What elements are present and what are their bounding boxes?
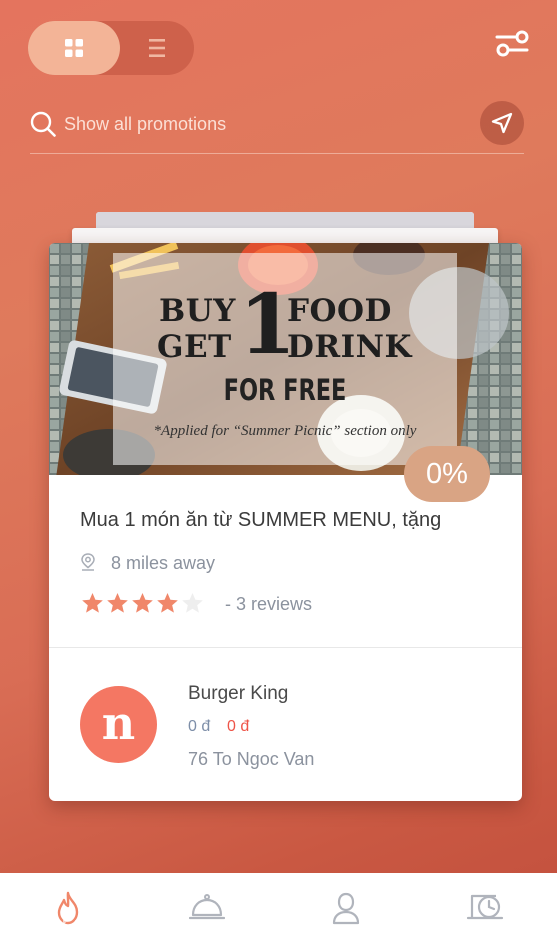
user-icon — [332, 892, 360, 925]
list-view-button[interactable] — [120, 21, 194, 75]
promo-line1-right: FOOD — [287, 293, 392, 329]
history-icon — [466, 894, 504, 920]
reviews-count[interactable]: - 3 reviews — [225, 594, 312, 615]
discount-badge: 0% — [404, 446, 490, 502]
star-empty-icon — [182, 593, 203, 613]
discounted-price: 0 đ — [227, 718, 250, 735]
nav-item-history[interactable] — [463, 889, 507, 927]
rating-stars — [80, 592, 205, 614]
watermark: free for personal use — [5, 914, 189, 936]
promotions-screen: BUY FOOD GET DRINK 1 FOR FREE *Applied f… — [0, 0, 557, 938]
store-name[interactable]: Burger King — [188, 683, 288, 705]
original-price: 0 đ — [188, 718, 211, 735]
search-icon — [30, 111, 56, 137]
promo-line2-left: GET — [157, 329, 232, 365]
list-icon — [149, 39, 165, 57]
promo-line2-right: DRINK — [287, 329, 412, 365]
grid-icon — [65, 39, 83, 57]
store-address: 76 To Ngoc Van — [188, 749, 315, 769]
cloche-icon — [189, 894, 225, 920]
store-logo-letter: n — [101, 695, 136, 750]
star-filled-icon — [157, 593, 178, 613]
sliders-icon — [495, 30, 529, 57]
promo-line1-left: BUY — [159, 293, 236, 329]
grid-view-button[interactable] — [28, 21, 120, 75]
promotion-text-overlay: BUY FOOD GET DRINK 1 FOR FREE *Applied f… — [113, 253, 457, 465]
store-logo[interactable]: n — [80, 686, 157, 763]
locate-button[interactable] — [480, 101, 524, 145]
star-filled-icon — [132, 593, 153, 613]
search-input[interactable] — [64, 109, 444, 139]
promo-note: *Applied for “Summer Picnic” section onl… — [153, 423, 417, 439]
nav-item-profile[interactable] — [324, 889, 368, 927]
star-filled-icon — [107, 593, 128, 613]
promo-big-number: 1 — [239, 277, 297, 373]
promotion-image: BUY FOOD GET DRINK 1 FOR FREE *Applied f… — [49, 243, 522, 475]
promotion-card[interactable]: BUY FOOD GET DRINK 1 FOR FREE *Applied f… — [49, 243, 522, 801]
search-bar — [30, 100, 524, 154]
promo-free-line: FOR FREE — [223, 373, 347, 407]
filter-button[interactable] — [492, 26, 532, 60]
navigation-arrow-icon — [491, 112, 513, 134]
star-filled-icon — [82, 593, 103, 613]
promotion-title: Mua 1 món ăn từ SUMMER MENU, tặng — [80, 509, 442, 531]
view-toggle — [28, 21, 194, 75]
distance-text: 8 miles away — [111, 553, 216, 573]
location-pin-icon — [81, 553, 95, 571]
nav-item-food[interactable] — [185, 889, 229, 927]
card-divider — [49, 647, 522, 648]
